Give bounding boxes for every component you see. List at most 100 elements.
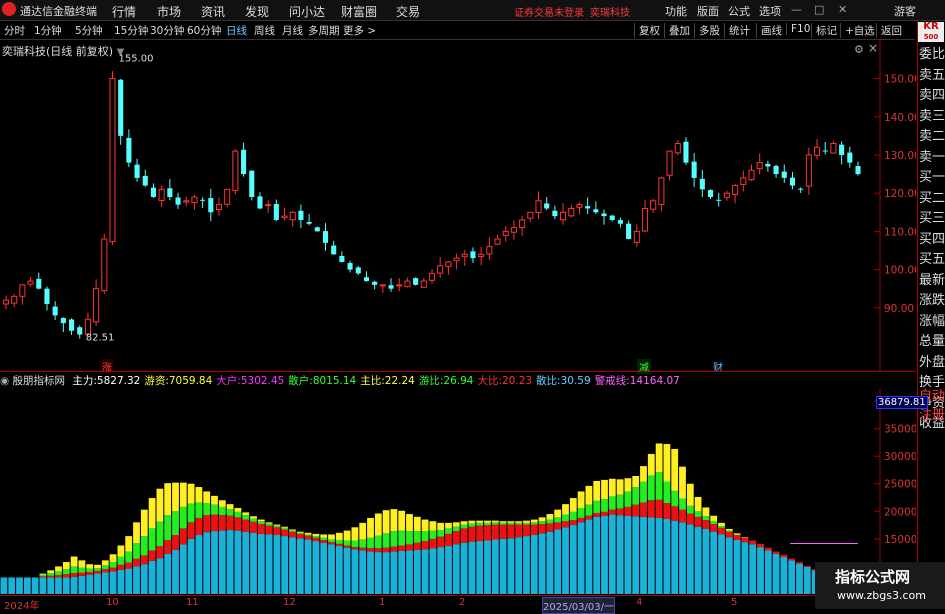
candle-body[interactable] [420,280,427,288]
candle-body[interactable] [339,255,345,262]
period-multi[interactable]: 多周期 [308,23,340,38]
candle-body[interactable] [306,221,312,224]
period-5min[interactable]: 5分钟 [75,23,103,38]
candle-body[interactable] [404,280,411,288]
period-fenshi[interactable]: 分时 [4,23,25,38]
close-button[interactable]: ✕ [838,3,847,16]
right-panel-item[interactable]: 卖四 [919,85,945,106]
candle-body[interactable] [158,188,165,201]
period-60min[interactable]: 60分钟 [187,23,221,38]
candle-body[interactable] [331,245,337,255]
right-panel-item[interactable]: 买二 [919,188,945,209]
candle-body[interactable] [68,319,75,331]
login-notice[interactable]: 证券交易未登录 [514,4,584,19]
add-watchlist-button[interactable]: +自选 [840,23,875,38]
candle-body[interactable] [93,288,100,323]
candle-body[interactable] [428,272,436,281]
candle-body[interactable] [527,211,534,219]
candle-body[interactable] [609,215,615,220]
candle-body[interactable] [11,295,18,304]
candle-body[interactable] [322,231,329,243]
candle-body[interactable] [486,246,493,255]
candle-body[interactable] [855,166,861,175]
candle-body[interactable] [585,206,591,209]
candle-body[interactable] [765,163,771,167]
candle-body[interactable] [200,199,206,201]
menu-item-gongshi[interactable]: 公式 [728,3,750,19]
candle-body[interactable] [232,150,239,191]
candle-body[interactable] [626,223,632,240]
period-monthly[interactable]: 月线 [282,23,303,38]
maximize-button[interactable]: □ [814,3,824,16]
candle-body[interactable] [674,143,681,154]
candle-body[interactable] [118,79,124,136]
f10-button[interactable]: F10 [786,23,810,35]
candle-body[interactable] [748,169,755,181]
candle-body[interactable] [691,161,697,178]
candle-body[interactable] [183,200,190,203]
candle-body[interactable] [224,188,231,205]
candle-body[interactable] [658,177,665,205]
candle-body[interactable] [109,78,116,243]
candle-body[interactable] [641,207,649,232]
menu-item-jiaoyi[interactable]: 交易 [396,3,420,20]
candle-body[interactable] [355,267,361,274]
right-panel-item[interactable]: 总量 [919,331,945,352]
candle-body[interactable] [839,144,845,155]
stats-button[interactable]: 统计 [724,23,750,38]
candle-body[interactable] [552,210,558,217]
candle-body[interactable] [208,198,214,213]
multi-stock-button[interactable]: 多股 [694,23,720,38]
right-panel-item[interactable]: 买三 [919,208,945,229]
candle-body[interactable] [191,196,198,204]
menu-item-wenxiaoda[interactable]: 问小达 [289,3,325,20]
period-more[interactable]: 更多 > [343,23,376,38]
candle-body[interactable] [461,253,468,258]
candle-body[interactable] [388,285,394,289]
right-panel-item[interactable]: 最新 [919,270,945,291]
candle-body[interactable] [470,251,476,259]
right-panel-item[interactable]: 买四 [919,229,945,250]
candle-body[interactable] [27,280,34,285]
candle-body[interactable] [413,278,419,285]
candle-body[interactable] [798,188,804,190]
minimize-button[interactable]: — [791,3,802,16]
candle-body[interactable] [510,227,517,233]
candle-body[interactable] [650,200,657,210]
candle-body[interactable] [756,162,763,170]
candle-body[interactable] [822,150,828,152]
candle-body[interactable] [314,227,320,232]
right-panel-item[interactable]: 买一 [919,167,945,188]
user-label[interactable]: 游客 [894,3,916,19]
candlestick-chart[interactable]: 150.00 140.00 130.00 120.00 110.00 100.00 90.0… [0,40,916,372]
period-daily[interactable]: 日线 [226,23,247,38]
candle-body[interactable] [716,199,722,201]
candle-body[interactable] [19,284,26,297]
right-panel-item[interactable]: 涨幅 [919,311,945,332]
candle-body[interactable] [707,190,714,197]
candle-body[interactable] [281,215,288,219]
candle-body[interactable] [576,204,583,208]
candle-body[interactable] [249,170,255,197]
candle-body[interactable] [101,238,108,292]
candle-body[interactable] [601,213,607,217]
overlay-button[interactable]: 叠加 [664,23,690,38]
candle-body[interactable] [363,277,370,282]
candle-body[interactable] [683,141,689,163]
period-weekly[interactable]: 周线 [254,23,275,38]
candle-body[interactable] [289,211,296,221]
period-1min[interactable]: 1分钟 [34,23,62,38]
candle-body[interactable] [437,265,444,274]
menu-item-zixun[interactable]: 资讯 [201,3,225,20]
candle-body[interactable] [723,192,730,198]
candle-body[interactable] [60,317,66,324]
candle-body[interactable] [633,230,640,243]
candle-body[interactable] [494,238,501,245]
candle-body[interactable] [805,154,812,187]
right-panel-item[interactable]: 卖一 [919,147,945,168]
candle-body[interactable] [813,146,821,156]
candle-body[interactable] [175,197,181,205]
candle-body[interactable] [560,211,567,221]
period-30min[interactable]: 30分钟 [150,23,184,38]
candle-body[interactable] [396,284,403,287]
